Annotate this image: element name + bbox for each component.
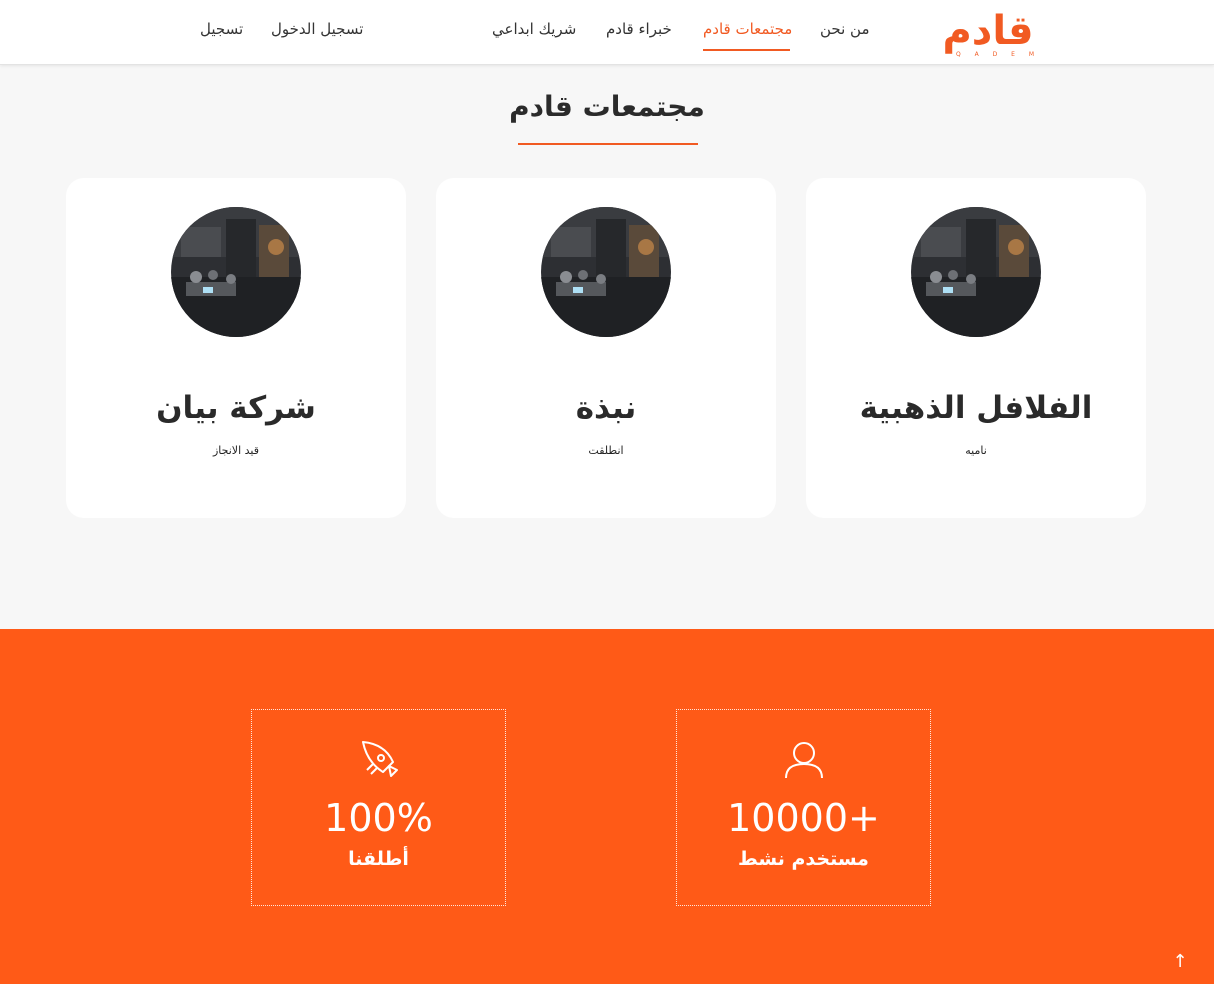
logo-subtext: Q A D E M	[956, 51, 1040, 58]
stat-value: 100%	[324, 796, 433, 840]
community-card[interactable]: شركة بيان قيد الانجاز	[66, 178, 406, 518]
community-photo	[541, 207, 671, 337]
stat-label: أطلقنا	[348, 848, 409, 870]
nav-item-about[interactable]: من نحن	[820, 20, 870, 38]
community-card[interactable]: نبذة انطلقت	[436, 178, 776, 518]
active-nav-underline	[703, 49, 790, 51]
stat-value: 10000+	[727, 796, 880, 840]
community-photo	[171, 207, 301, 337]
community-status: انطلقت	[588, 444, 624, 457]
section-title: مجتمعات قادم	[509, 90, 705, 123]
rocket-icon	[252, 740, 505, 780]
community-status: ناميه	[965, 444, 987, 457]
section-title-underline	[518, 143, 698, 145]
nav-item-creative-partner[interactable]: شريك ابداعي	[492, 20, 576, 38]
stat-label: مستخدم نشط	[738, 848, 869, 870]
community-name: الفلافل الذهبية	[859, 390, 1093, 426]
register-link[interactable]: تسجيل	[200, 20, 243, 38]
top-navbar: قادم Q A D E M من نحن مجتمعات قادم خبراء…	[0, 0, 1214, 65]
logo-text: قادم	[942, 8, 1033, 54]
user-icon	[677, 740, 930, 780]
community-name: شركة بيان	[156, 390, 316, 426]
nav-item-communities[interactable]: مجتمعات قادم	[703, 20, 792, 38]
community-name: نبذة	[575, 390, 637, 426]
community-status: قيد الانجاز	[212, 444, 259, 457]
stat-active-users: 10000+ مستخدم نشط	[676, 709, 931, 906]
stat-launched: 100% أطلقنا	[251, 709, 506, 906]
community-photo	[911, 207, 1041, 337]
nav-item-experts[interactable]: خبراء قادم	[606, 20, 672, 38]
community-card[interactable]: الفلافل الذهبية ناميه	[806, 178, 1146, 518]
arrow-up-icon[interactable]: ↑	[1170, 950, 1190, 974]
stats-section: 10000+ مستخدم نشط 100% أطلقنا	[0, 629, 1214, 984]
brand-logo[interactable]: قادم Q A D E M	[926, 6, 1050, 58]
login-link[interactable]: تسجيل الدخول	[271, 20, 363, 38]
